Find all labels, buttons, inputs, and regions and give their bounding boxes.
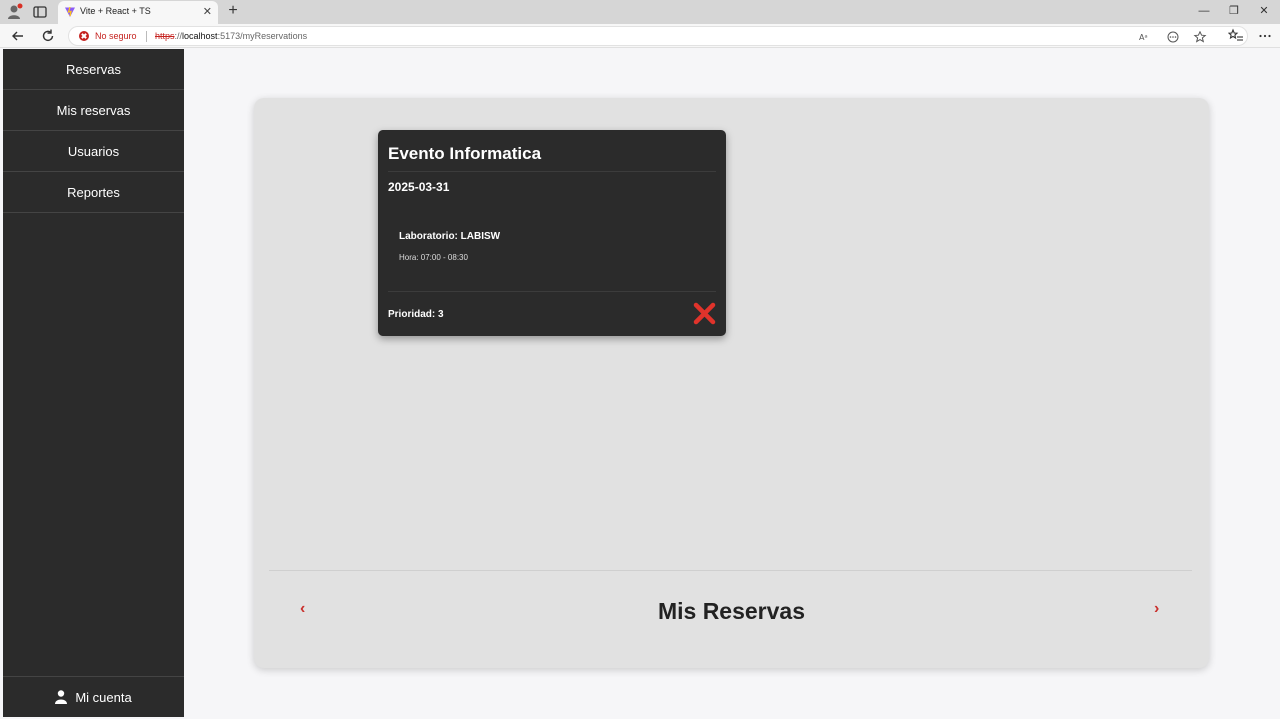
account-label: Mi cuenta bbox=[75, 690, 132, 705]
reservation-date: 2025-03-31 bbox=[388, 180, 450, 194]
url-scheme: https bbox=[155, 31, 175, 41]
security-status[interactable]: No seguro bbox=[95, 31, 137, 41]
tab-close-icon[interactable]: ✕ bbox=[203, 5, 212, 19]
back-icon[interactable] bbox=[10, 28, 26, 44]
address-bar[interactable]: No seguro https://localhost:5173/myReser… bbox=[68, 26, 1248, 46]
account-button[interactable]: Mi cuenta bbox=[3, 676, 184, 717]
tab-actions-icon[interactable] bbox=[32, 4, 48, 20]
new-tab-button[interactable]: + bbox=[225, 2, 241, 20]
reservation-card: Evento Informatica 2025-03-31 Laboratori… bbox=[378, 130, 726, 336]
refresh-icon[interactable] bbox=[40, 28, 56, 44]
reservation-time: Hora: 07:00 - 08:30 bbox=[399, 253, 468, 262]
card-divider bbox=[388, 171, 716, 172]
more-menu-icon[interactable] bbox=[1257, 28, 1273, 44]
vite-favicon-icon bbox=[65, 6, 75, 17]
profile-icon[interactable] bbox=[6, 3, 24, 21]
minimize-button[interactable]: — bbox=[1192, 3, 1216, 19]
favorite-star-icon[interactable] bbox=[1193, 31, 1207, 43]
svg-text:Aᵃ: Aᵃ bbox=[1139, 33, 1148, 42]
sidebar: Reservas Mis reservas Usuarios Reportes … bbox=[3, 49, 184, 717]
url-separator: :// bbox=[174, 31, 183, 41]
reservations-panel: Evento Informatica 2025-03-31 Laboratori… bbox=[254, 98, 1209, 668]
url-text[interactable]: https://localhost:5173/myReservations bbox=[155, 31, 307, 41]
favorites-list-icon[interactable] bbox=[1228, 28, 1244, 44]
sidebar-item-reservas[interactable]: Reservas bbox=[3, 49, 184, 90]
card-divider bbox=[388, 291, 716, 292]
lab-name: Laboratorio: LABISW bbox=[399, 231, 501, 242]
url-host: localhost bbox=[182, 31, 218, 41]
event-name: Evento Informatica bbox=[388, 144, 542, 163]
url-divider bbox=[146, 31, 147, 42]
sidebar-item-usuarios[interactable]: Usuarios bbox=[3, 131, 184, 172]
tab-title: Vite + React + TS bbox=[80, 6, 151, 16]
read-aloud-icon[interactable]: Aᵃ bbox=[1139, 31, 1153, 43]
user-icon bbox=[55, 690, 68, 705]
extension-icon[interactable] bbox=[1166, 31, 1180, 43]
delete-reservation-icon[interactable] bbox=[693, 302, 716, 325]
panel-divider bbox=[269, 570, 1192, 571]
restore-button[interactable]: ❐ bbox=[1222, 3, 1246, 19]
page-title: Mis Reservas bbox=[657, 598, 806, 624]
address-toolbar: No seguro https://localhost:5173/myReser… bbox=[0, 24, 1280, 48]
close-window-button[interactable]: ✕ bbox=[1252, 3, 1276, 19]
next-page-button[interactable]: › bbox=[1154, 600, 1159, 618]
not-secure-icon[interactable] bbox=[79, 31, 89, 41]
browser-tab-strip: Vite + React + TS ✕ + — ❐ ✕ bbox=[0, 0, 1280, 24]
url-path: :5173/myReservations bbox=[217, 31, 308, 41]
browser-tab[interactable]: Vite + React + TS ✕ bbox=[58, 1, 218, 24]
sidebar-item-mis-reservas[interactable]: Mis reservas bbox=[3, 90, 184, 131]
reservation-priority: Prioridad: 3 bbox=[388, 309, 444, 320]
sidebar-item-reportes[interactable]: Reportes bbox=[3, 172, 184, 213]
